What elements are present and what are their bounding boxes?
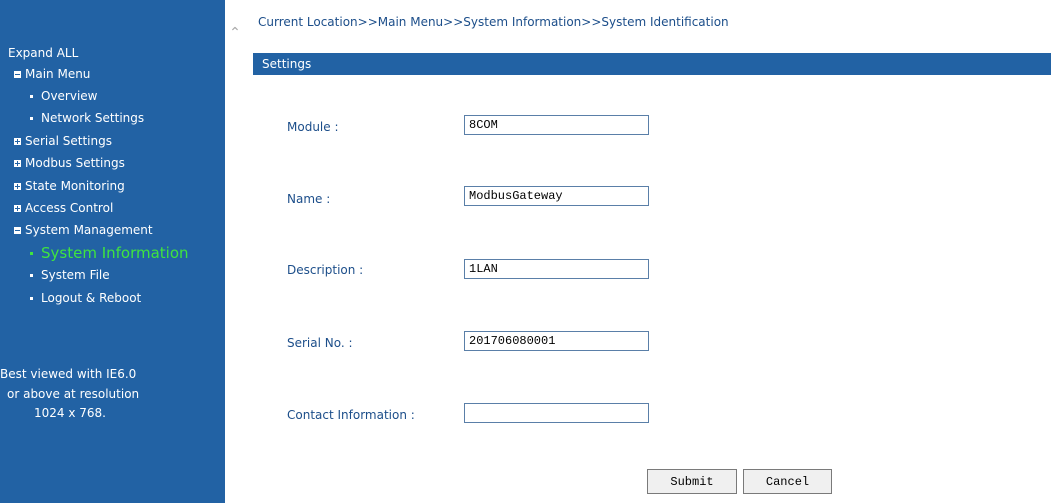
bullet-icon [30,251,33,255]
settings-header: Settings [253,53,1051,75]
browser-note-line: 1024 x 768. [34,406,106,420]
sidebar-item-serial-settings[interactable]: Serial Settings [14,130,189,152]
sidebar-item-label[interactable]: Network Settings [41,108,144,129]
module-field[interactable] [464,115,649,135]
sidebar-item-label[interactable]: Logout & Reboot [41,288,141,309]
cancel-button[interactable]: Cancel [743,469,832,494]
sidebar-item-label[interactable]: Modbus Settings [25,153,125,174]
expand-all-link[interactable]: Expand ALL [8,46,78,60]
sidebar-item-label[interactable]: State Monitoring [25,176,125,197]
minus-box-icon[interactable] [14,70,21,78]
plus-box-icon[interactable] [14,137,21,145]
sidebar-item-label[interactable]: Access Control [25,198,113,219]
serial-no-label: Serial No. : [287,336,353,350]
settings-title: Settings [262,57,312,71]
menu-main-label[interactable]: Main Menu [25,64,90,85]
minus-box-icon[interactable] [14,227,21,235]
sidebar-item-modbus-settings[interactable]: Modbus Settings [14,153,189,175]
sidebar-item-label[interactable]: Overview [41,86,98,107]
serial-no-field[interactable] [464,331,649,351]
sidebar-item-system-file[interactable]: System File [14,265,189,287]
description-field[interactable] [464,259,649,279]
sidebar-item-access-control[interactable]: Access Control [14,197,189,219]
sidebar-item-network-settings[interactable]: Network Settings [14,108,189,130]
browser-note-line: or above at resolution [7,386,140,401]
plus-box-icon[interactable] [14,182,21,190]
sidebar-item-system-management[interactable]: System Management [14,220,189,242]
bullet-icon [30,117,33,121]
sidebar-item-label[interactable]: Serial Settings [25,131,112,152]
sidebar: Expand ALL Main Menu Overview Network Se… [0,0,225,503]
description-label: Description : [287,263,364,277]
browser-note: Best viewed with IE6.0 or above at resol… [0,365,150,424]
sidebar-item-state-monitoring[interactable]: State Monitoring [14,175,189,197]
chevron-up-icon[interactable]: ⌃ [228,26,242,40]
browser-note-line: Best viewed with IE6.0 [0,367,137,381]
name-label: Name : [287,192,331,206]
sidebar-item-label[interactable]: System Management [25,220,153,241]
sidebar-item-label[interactable]: System Information [41,243,189,264]
plus-box-icon[interactable] [14,160,21,168]
plus-box-icon[interactable] [14,205,21,213]
contact-information-field[interactable] [464,403,649,423]
menu-main[interactable]: Main Menu [14,63,189,85]
bullet-icon [30,274,33,278]
module-label: Module : [287,120,339,134]
submit-button[interactable]: Submit [647,469,737,494]
bullet-icon [30,296,33,300]
sidebar-item-overview[interactable]: Overview [14,85,189,107]
sidebar-item-label[interactable]: System File [41,265,110,286]
bullet-icon [30,95,33,99]
contact-information-label: Contact Information : [287,408,415,422]
sidebar-item-system-information[interactable]: System Information [14,242,189,264]
breadcrumb: Current Location>>Main Menu>>System Info… [258,15,729,29]
sidebar-item-logout-reboot[interactable]: Logout & Reboot [14,287,189,309]
menu-tree: Main Menu Overview Network Settings Seri… [14,63,189,309]
name-field[interactable] [464,186,649,206]
